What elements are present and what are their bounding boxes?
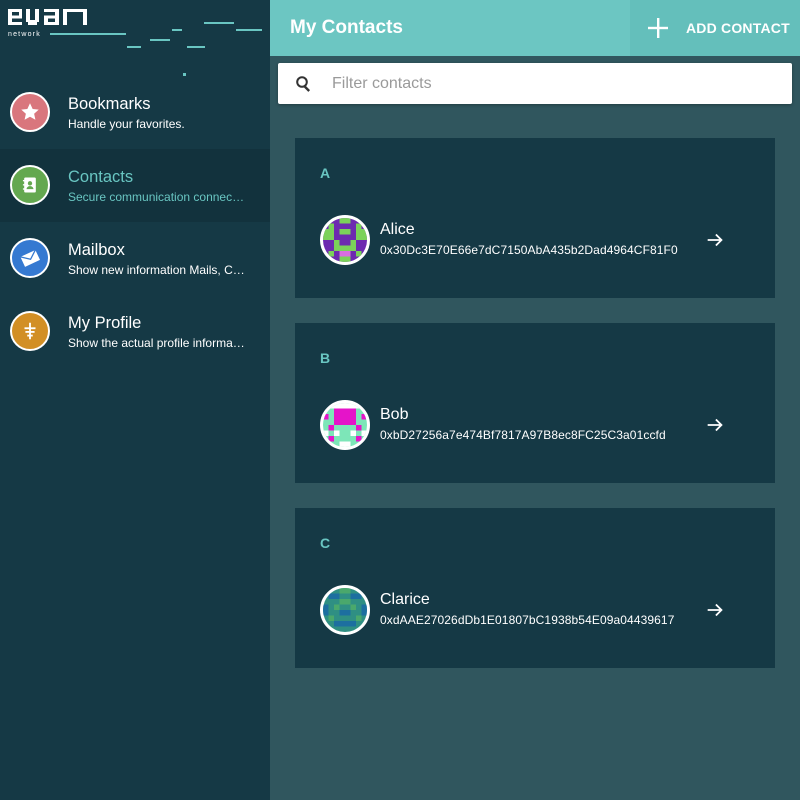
sidebar-item-bookmarks[interactable]: Bookmarks Handle your favorites. — [0, 76, 270, 149]
sidebar-item-subtitle: Secure communication connections — [68, 190, 246, 204]
sidebar-item-contacts[interactable]: Contacts Secure communication connection… — [0, 149, 270, 222]
add-contact-button[interactable]: ADD CONTACT — [630, 0, 800, 56]
contact-group-c: C Clarice 0xdAAE27026dDb1E01807bC1938b54… — [295, 508, 775, 668]
contact-address: 0x30Dc3E70E66e7dC7150AbA435b2Dad4964CF81… — [380, 243, 678, 257]
sidebar-item-my-profile[interactable]: My Profile Show the actual profile infor… — [0, 295, 270, 368]
contact-group-b: B Bob 0xbD27256a7e474Bf7817A97B8ec8FC25C… — [295, 323, 775, 483]
avatar — [320, 400, 370, 450]
evan-network-logo[interactable]: network — [0, 0, 270, 80]
sidebar-item-subtitle: Show the actual profile information — [68, 336, 246, 350]
sidebar-item-title: My Profile — [68, 314, 142, 332]
add-contact-label: ADD CONTACT — [686, 20, 790, 36]
arrow-right-icon[interactable] — [704, 414, 726, 436]
sidebar: network Bookmarks Handle your favorites. — [0, 0, 270, 800]
mail-icon — [10, 238, 50, 278]
sidebar-item-subtitle: Handle your favorites. — [68, 117, 185, 131]
contact-item-bob[interactable]: Bob 0xbD27256a7e474Bf7817A97B8ec8FC25C3a… — [320, 400, 750, 450]
sidebar-nav: Bookmarks Handle your favorites. Contact… — [0, 76, 270, 368]
profile-icon — [10, 311, 50, 351]
contact-name: Bob — [380, 406, 409, 423]
group-letter: A — [320, 165, 331, 181]
page-title: My Contacts — [290, 17, 403, 38]
contact-item-clarice[interactable]: Clarice 0xdAAE27026dDb1E01807bC1938b54E0… — [320, 585, 750, 635]
contact-item-alice[interactable]: Alice 0x30Dc3E70E66e7dC7150AbA435b2Dad49… — [320, 215, 750, 265]
star-icon — [10, 92, 50, 132]
plus-icon — [645, 15, 671, 41]
sidebar-item-title: Mailbox — [68, 241, 125, 259]
logo-tagline: network — [8, 31, 41, 38]
contact-name: Clarice — [380, 591, 430, 608]
group-letter: C — [320, 535, 331, 551]
search-icon — [295, 75, 313, 93]
group-letter: B — [320, 350, 331, 366]
filter-bar — [278, 63, 792, 104]
sidebar-item-subtitle: Show new information Mails, Contact requ… — [68, 263, 246, 277]
filter-contacts-input[interactable] — [332, 63, 772, 104]
contact-name: Alice — [380, 221, 415, 238]
avatar — [320, 585, 370, 635]
sidebar-item-title: Bookmarks — [68, 95, 151, 113]
arrow-right-icon[interactable] — [704, 229, 726, 251]
sidebar-item-title: Contacts — [68, 168, 134, 186]
avatar — [320, 215, 370, 265]
contact-group-a: A Alice 0x30Dc3E70E66e7dC7150AbA435b2Dad… — [295, 138, 775, 298]
address-book-icon — [10, 165, 50, 205]
contact-address: 0xdAAE27026dDb1E01807bC1938b54E09a044396… — [380, 613, 675, 627]
top-bar: My Contacts ADD CONTACT — [270, 0, 800, 56]
contact-address: 0xbD27256a7e474Bf7817A97B8ec8FC25C3a01cc… — [380, 428, 666, 442]
arrow-right-icon[interactable] — [704, 599, 726, 621]
sidebar-item-mailbox[interactable]: Mailbox Show new information Mails, Cont… — [0, 222, 270, 295]
